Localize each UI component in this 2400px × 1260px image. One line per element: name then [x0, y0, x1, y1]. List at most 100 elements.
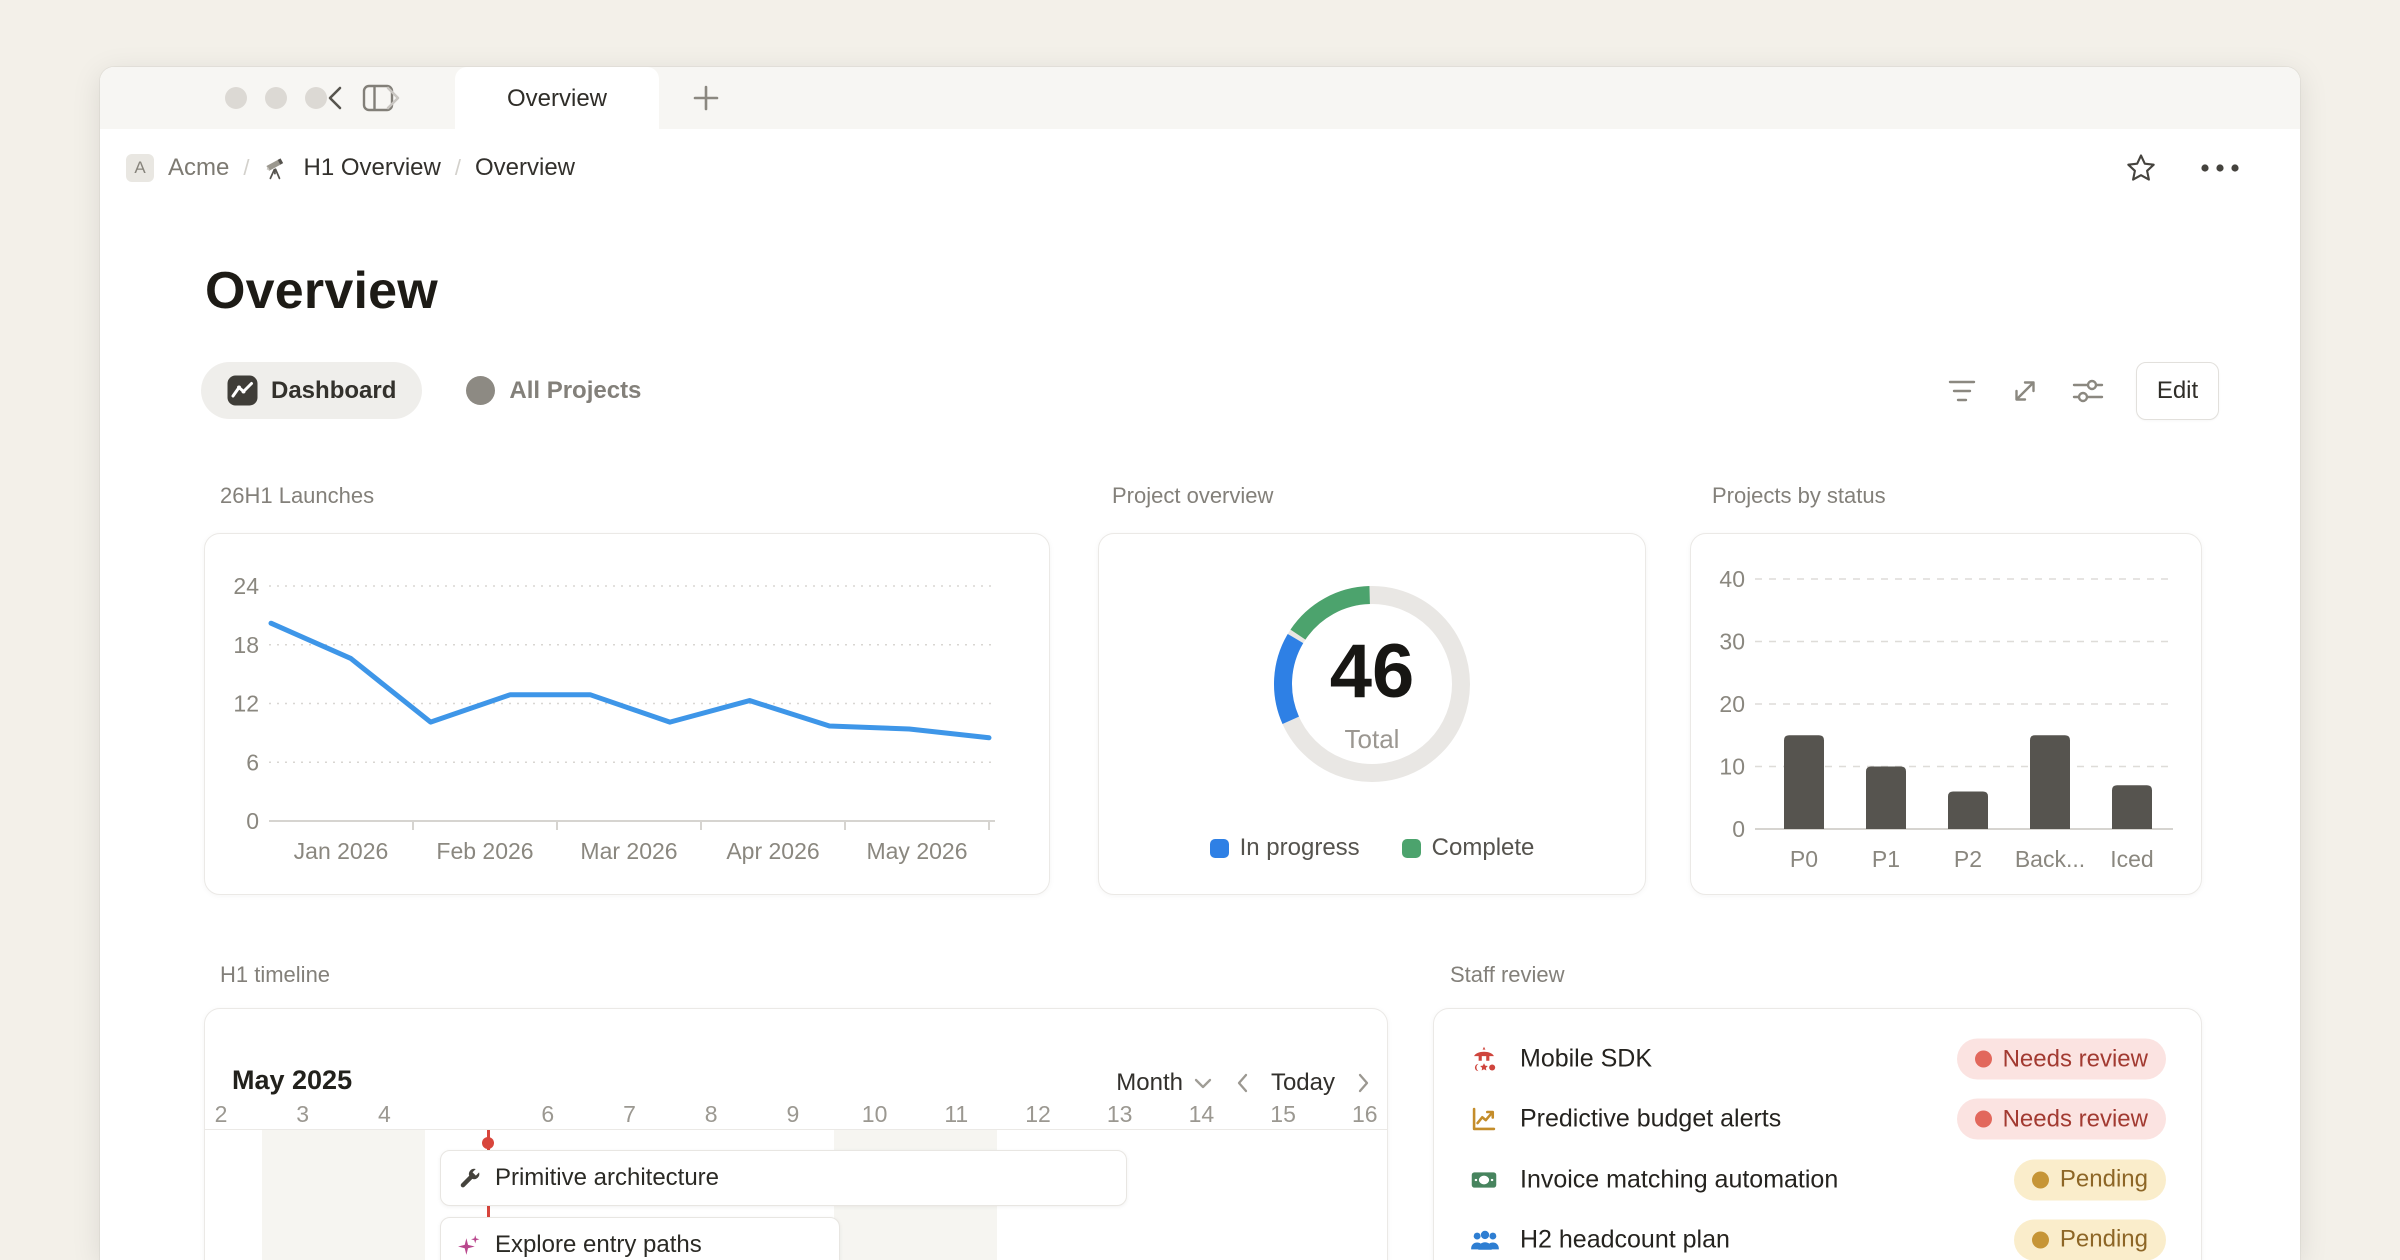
view-tab-all-projects-label: All Projects: [509, 377, 641, 405]
timeline-day-number: 3: [296, 1101, 309, 1128]
by-status-card-title: Projects by status: [1712, 483, 1886, 509]
svg-text:46: 46: [1330, 629, 1415, 714]
wrench-icon: [457, 1166, 482, 1191]
status-dot: [1975, 1111, 1992, 1128]
chart-increase-icon: [1470, 1105, 1498, 1133]
staff-review-row[interactable]: Predictive budget alertsNeeds review: [1434, 1089, 2201, 1149]
legend-item-complete: Complete: [1402, 834, 1535, 862]
tab-overview-label: Overview: [507, 85, 607, 113]
timeline-card: May 2025 Month Today 2345678910111213141…: [204, 1008, 1388, 1260]
timeline-next-button[interactable]: [1357, 1072, 1371, 1094]
status-badge[interactable]: Pending: [2014, 1219, 2166, 1260]
svg-text:6: 6: [246, 749, 259, 775]
legend-item-in-progress: In progress: [1210, 834, 1360, 862]
settings-sliders-icon[interactable]: [2072, 376, 2104, 406]
timeline-day-number: 8: [705, 1101, 718, 1128]
status-badge[interactable]: Needs review: [1957, 1039, 2166, 1080]
view-tab-dashboard[interactable]: Dashboard: [201, 362, 422, 419]
timeline-day-number: 16: [1352, 1101, 1378, 1128]
svg-text:20: 20: [1719, 691, 1745, 717]
svg-text:0: 0: [246, 808, 259, 834]
legend-swatch: [1402, 839, 1421, 858]
timeline-day-number: 12: [1025, 1101, 1051, 1128]
status-dot: [2032, 1231, 2049, 1248]
svg-text:0: 0: [1732, 816, 1745, 842]
status-badge[interactable]: Needs review: [1957, 1099, 2166, 1140]
timeline-event[interactable]: Primitive architecture: [440, 1150, 1127, 1206]
view-tab-dashboard-label: Dashboard: [271, 377, 396, 405]
timeline-card-title: H1 timeline: [220, 962, 330, 988]
status-label: Pending: [2060, 1226, 2148, 1254]
staff-review-row[interactable]: H2 headcount planPending: [1434, 1210, 2201, 1260]
staff-review-row[interactable]: Invoice matching automationPending: [1434, 1150, 2201, 1210]
staff-review-row[interactable]: Mobile SDKNeeds review: [1434, 1029, 2201, 1089]
donut-chart: 46 Total: [1099, 534, 1645, 834]
svg-text:30: 30: [1719, 629, 1745, 655]
breadcrumb-separator: /: [243, 155, 249, 181]
people-icon: [1470, 1226, 1498, 1254]
weekend-stripe: [262, 1130, 425, 1260]
timeline-grid: Primitive architecture Explore entry path…: [205, 1129, 1387, 1260]
svg-text:Mar 2026: Mar 2026: [580, 838, 677, 864]
people-icon: [1470, 1226, 1500, 1254]
breadcrumb-current[interactable]: Overview: [475, 154, 575, 182]
legend-label: In progress: [1240, 834, 1360, 862]
sparkles-icon: [457, 1233, 482, 1258]
status-label: Needs review: [2003, 1045, 2148, 1073]
project-overview-donut-card: 46 Total In progress Complete: [1098, 533, 1646, 895]
timeline-day-number: 15: [1270, 1101, 1296, 1128]
new-tab-button[interactable]: [692, 84, 720, 112]
window-close-button[interactable]: [225, 87, 247, 109]
status-label: Pending: [2060, 1166, 2148, 1194]
legend-swatch: [1210, 839, 1229, 858]
breadcrumb: A Acme / H1 Overview / Overview: [126, 129, 575, 207]
more-options-icon[interactable]: [2200, 162, 2240, 174]
back-button[interactable]: [324, 85, 348, 111]
by-status-bar-chart-card: 010203040P0P1P2Back...Iced: [1690, 533, 2202, 895]
sparkles-icon: [457, 1233, 482, 1258]
timeline-event-title: Explore entry paths: [495, 1231, 702, 1259]
chart-view-icon: [227, 375, 258, 406]
timeline-day-number: 4: [378, 1101, 391, 1128]
expand-icon[interactable]: [2010, 376, 2040, 406]
timeline-prev-button[interactable]: [1235, 1072, 1249, 1094]
svg-text:P2: P2: [1954, 846, 1982, 872]
breadcrumb-bar: A Acme / H1 Overview / Overview: [100, 129, 2300, 207]
project-overview-card-title: Project overview: [1112, 483, 1273, 509]
svg-text:18: 18: [233, 632, 259, 658]
launches-line-chart-card: 24181260Jan 2026Feb 2026Mar 2026Apr 2026…: [204, 533, 1050, 895]
status-dot: [2032, 1171, 2049, 1188]
timeline-day-number: 2: [215, 1101, 228, 1128]
tab-overview[interactable]: Overview: [455, 67, 659, 130]
wrench-icon: [457, 1166, 482, 1191]
breadcrumb-workspace[interactable]: Acme: [168, 154, 229, 182]
filter-icon[interactable]: [1946, 378, 1978, 404]
view-tab-all-projects[interactable]: All Projects: [452, 376, 655, 405]
status-dot: [1975, 1051, 1992, 1068]
desktop-background: Overview A Acme /: [0, 0, 2400, 1260]
timeline-event-title: Primitive architecture: [495, 1164, 719, 1192]
edit-button[interactable]: Edit: [2136, 362, 2219, 420]
chevron-down-icon: [1193, 1077, 1213, 1090]
breadcrumb-parent[interactable]: H1 Overview: [303, 154, 440, 182]
svg-text:P1: P1: [1872, 846, 1900, 872]
carousel-icon: [1470, 1045, 1498, 1073]
legend-label: Complete: [1432, 834, 1535, 862]
forward-button[interactable]: [380, 85, 404, 111]
window-tab-bar: Overview: [100, 67, 2300, 130]
staff-review-card: Mobile SDKNeeds reviewPredictive budget …: [1433, 1008, 2202, 1260]
favorite-star-icon[interactable]: [2124, 152, 2158, 185]
svg-text:May 2026: May 2026: [866, 838, 967, 864]
view-tabs: Dashboard All Projects: [201, 362, 655, 419]
workspace-badge[interactable]: A: [126, 154, 154, 182]
svg-text:Total: Total: [1345, 724, 1400, 754]
banknote-icon: [1470, 1166, 1498, 1194]
timeline-day-number: 11: [944, 1101, 968, 1128]
svg-text:40: 40: [1719, 566, 1745, 592]
status-badge[interactable]: Pending: [2014, 1159, 2166, 1200]
timeline-event[interactable]: Explore entry paths: [440, 1217, 840, 1260]
window-minimize-button[interactable]: [265, 87, 287, 109]
donut-legend: In progress Complete: [1099, 834, 1645, 862]
timeline-day-number: 7: [623, 1101, 636, 1128]
svg-text:Back...: Back...: [2015, 846, 2085, 872]
